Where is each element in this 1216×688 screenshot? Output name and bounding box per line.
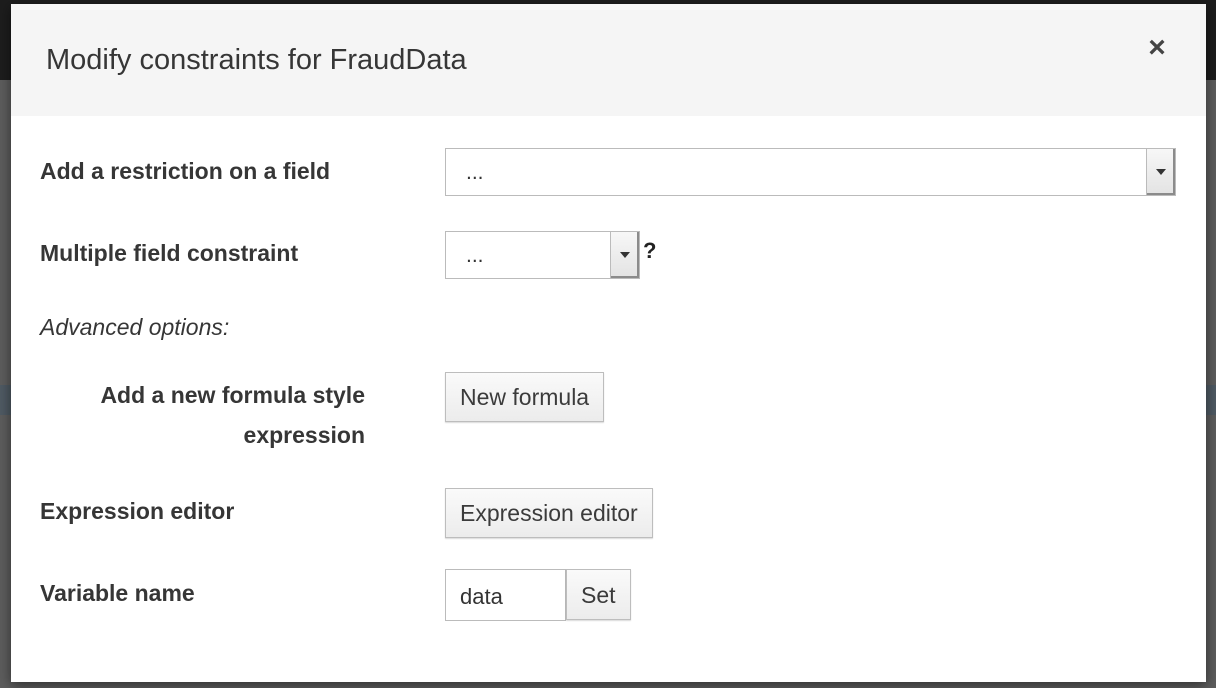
multiple-select[interactable]: ...	[445, 231, 640, 279]
set-button[interactable]: Set	[566, 569, 631, 620]
modal-header: Modify constraints for FraudData ×	[11, 4, 1206, 116]
restriction-select-value: ...	[466, 161, 484, 184]
multiple-select-value: ...	[466, 244, 484, 267]
chevron-down-icon	[620, 252, 630, 258]
formula-label-line1: Add a new formula style	[100, 382, 365, 408]
variable-label: Variable name	[40, 580, 195, 606]
modal-title: Modify constraints for FraudData	[46, 44, 467, 76]
constraints-modal: Modify constraints for FraudData × Add a…	[11, 4, 1206, 682]
restriction-dropdown-toggle[interactable]	[1146, 149, 1175, 195]
variable-name-input[interactable]	[445, 569, 566, 621]
new-formula-button[interactable]: New formula	[445, 372, 605, 422]
restriction-label: Add a restriction on a field	[40, 158, 331, 184]
expression-label: Expression editor	[40, 498, 235, 524]
help-icon[interactable]: ?	[643, 238, 656, 264]
restriction-select[interactable]: ...	[445, 148, 1176, 196]
advanced-options-label: Advanced options:	[40, 314, 230, 340]
chevron-down-icon	[1156, 169, 1166, 175]
close-icon[interactable]: ×	[1144, 33, 1170, 64]
multiple-dropdown-toggle[interactable]	[610, 232, 639, 278]
expression-editor-button[interactable]: Expression editor	[445, 488, 653, 538]
multiple-label: Multiple field constraint	[40, 240, 299, 266]
formula-label-line2: expression	[243, 422, 365, 448]
